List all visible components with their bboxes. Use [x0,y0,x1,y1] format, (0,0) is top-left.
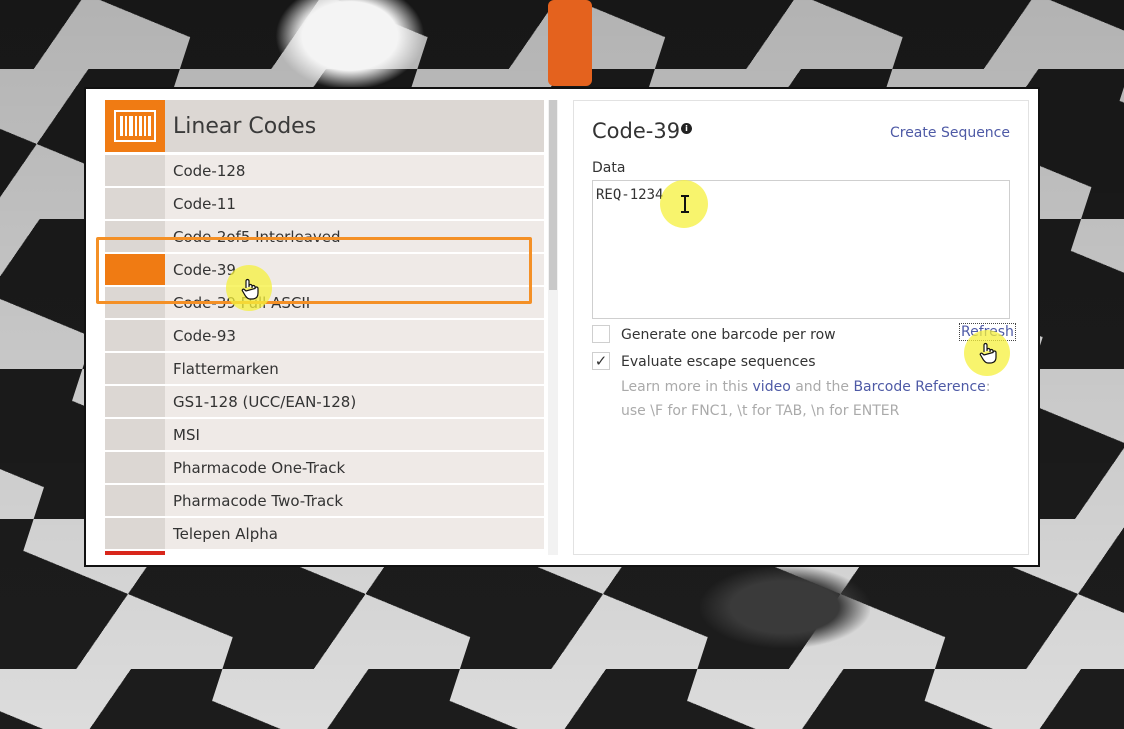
next-section-swatch [105,551,165,555]
list-item[interactable]: Code-93 [105,320,544,351]
barcode-type-list: Linear Codes Code-128 Code-11 Code-2of5 In… [105,100,546,555]
list-item-swatch [105,188,165,219]
barcode-detail-panel: Code-39 i Create Sequence Data REQ-1234 … [573,100,1029,555]
list-item[interactable]: Flattermarken [105,353,544,384]
evaluate-escape-label: Evaluate escape sequences [621,354,816,370]
text-cursor-icon [681,195,689,213]
scrollbar-thumb[interactable] [549,100,557,290]
list-item[interactable]: Code-11 [105,188,544,219]
hand-cursor-icon [241,278,259,300]
create-sequence-link[interactable]: Create Sequence [890,125,1010,141]
list-item-label: Code-128 [173,161,246,180]
list-item-label: Code-93 [173,326,236,345]
data-textarea[interactable]: REQ-1234 [592,180,1010,319]
help-prefix: Learn more in this [621,379,749,395]
list-item[interactable]: Code-128 [105,155,544,186]
list-item-swatch [105,485,165,516]
barcode-reference-link[interactable]: Barcode Reference [853,379,985,395]
list-scrollbar[interactable] [548,100,558,555]
data-label: Data [592,160,626,176]
list-item-swatch [105,518,165,549]
list-item-label: Telepen Alpha [173,524,278,543]
info-icon[interactable]: i [681,123,692,134]
generate-per-row-checkbox[interactable] [592,325,610,343]
background-object [548,0,592,86]
list-item[interactable]: GS1-128 (UCC/EAN-128) [105,386,544,417]
list-item-swatch [105,155,165,186]
list-item[interactable]: Telepen Alpha [105,518,544,549]
list-item[interactable]: Pharmacode Two-Track [105,485,544,516]
list-item-swatch [105,353,165,384]
list-header[interactable]: Linear Codes [105,100,544,152]
video-link[interactable]: video [753,379,791,395]
list-item-label: Pharmacode Two-Track [173,491,344,510]
barcode-icon [105,100,165,152]
list-item-label: MSI [173,425,200,444]
generate-per-row-label: Generate one barcode per row [621,327,836,343]
hand-cursor-icon-refresh [979,342,997,364]
list-item-swatch [105,452,165,483]
help-mid: and the [795,379,849,395]
list-header-title: Linear Codes [173,113,317,139]
selection-highlight-box [96,237,532,304]
list-item-label: Flattermarken [173,359,279,378]
list-item-swatch [105,320,165,351]
barcode-title: Code-39 [592,119,681,143]
list-item-label: GS1-128 (UCC/EAN-128) [173,392,357,411]
list-item-swatch [105,386,165,417]
list-item-label: Pharmacode One-Track [173,458,346,477]
list-item[interactable]: MSI [105,419,544,450]
background-figure-bottom [700,566,870,648]
barcode-app-window: Linear Codes Code-128 Code-11 Code-2of5 In… [84,87,1040,567]
list-item[interactable]: Pharmacode One-Track [105,452,544,483]
list-item-swatch [105,419,165,450]
list-item-label: Code-11 [173,194,236,213]
escape-help-text: Learn more in this video and the Barcode… [621,375,1001,423]
evaluate-escape-checkbox[interactable]: ✓ [592,352,610,370]
background-figure [275,0,425,90]
